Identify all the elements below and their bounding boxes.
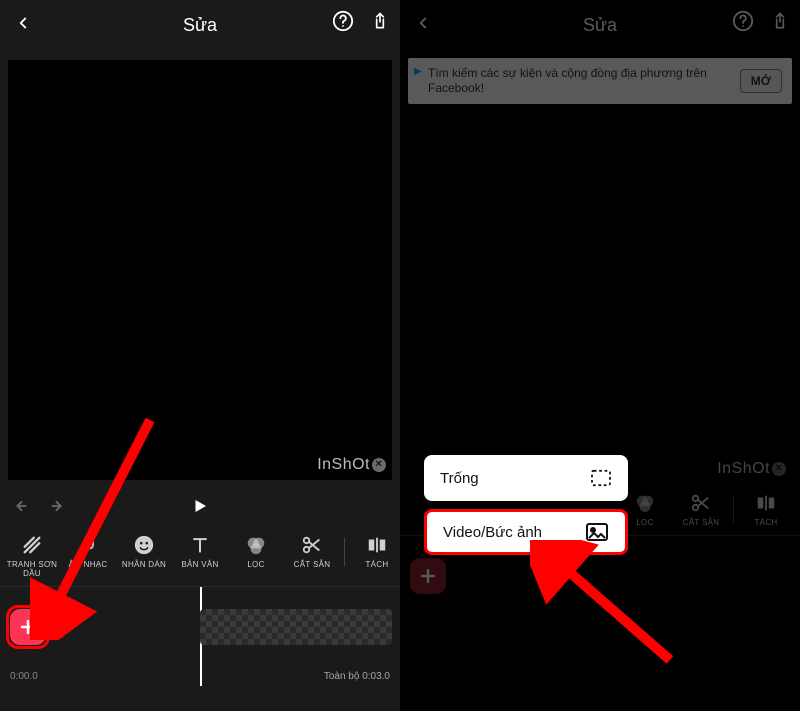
image-icon xyxy=(585,522,609,542)
watermark-text: InShOt xyxy=(317,456,370,474)
filter-icon xyxy=(634,492,656,514)
share-icon[interactable] xyxy=(370,10,390,32)
ad-banner[interactable]: ▶ Tìm kiếm các sự kiện và cộng đồng địa … xyxy=(408,58,792,104)
timeline-total-time: Toàn bộ 0:03.0 xyxy=(324,671,390,682)
tool-label: TÁCH xyxy=(755,518,778,527)
undo-icon[interactable] xyxy=(14,498,34,514)
help-icon[interactable] xyxy=(332,10,354,32)
play-icon[interactable] xyxy=(191,496,209,516)
redo-icon[interactable] xyxy=(44,498,64,514)
video-preview[interactable]: InShOt ✕ xyxy=(408,114,792,484)
option-blank[interactable]: Trống xyxy=(424,455,628,501)
add-clip-button[interactable] xyxy=(10,609,46,645)
watermark-remove-icon[interactable]: ✕ xyxy=(772,462,786,476)
help-icon[interactable] xyxy=(732,10,754,32)
ad-open-button[interactable]: MỞ xyxy=(740,69,782,93)
ad-indicator-icon: ▶ xyxy=(414,66,422,77)
watermark: InShOt ✕ xyxy=(717,460,786,478)
share-icon[interactable] xyxy=(770,10,790,32)
tool-sticker[interactable]: NHÃN DÁN xyxy=(116,534,172,569)
ad-text: Tìm kiếm các sự kiện và cộng đồng địa ph… xyxy=(428,66,740,96)
toolbar-divider xyxy=(344,538,345,566)
back-icon[interactable] xyxy=(14,14,32,32)
phone-screen-left: Sửa InShOt ✕ xyxy=(0,0,400,711)
add-media-popup: Trống Video/Bức ảnh xyxy=(424,455,628,555)
tool-label: ÂM NHẠC xyxy=(69,560,108,569)
split-icon xyxy=(366,534,388,556)
page-title: Sửa xyxy=(583,15,617,36)
tool-canvas[interactable]: TRANH SƠN DẦU xyxy=(4,534,60,578)
tool-cut[interactable]: CẮT SẴN xyxy=(284,534,340,569)
timeline-current-time: 0:00.0 xyxy=(10,671,38,682)
tool-split[interactable]: TÁCH xyxy=(738,492,794,527)
phone-screen-right: Sửa ▶ Tìm kiếm các sự kiện và cộng đồng … xyxy=(400,0,800,711)
canvas-icon xyxy=(21,534,43,556)
tool-label: NHÃN DÁN xyxy=(122,560,166,569)
header: Sửa xyxy=(400,0,800,50)
page-title: Sửa xyxy=(183,15,217,36)
back-icon[interactable] xyxy=(414,14,432,32)
timeline[interactable]: 0:00.0 Toàn bộ 0:03.0 xyxy=(0,586,400,686)
tool-label: CẮT SẴN xyxy=(294,560,331,569)
tool-label: LỌC xyxy=(247,560,264,569)
timeline-clip[interactable] xyxy=(200,609,392,645)
split-icon xyxy=(755,492,777,514)
tool-text[interactable]: BẢN VĂN xyxy=(172,534,228,569)
tool-split[interactable]: TÁCH xyxy=(349,534,400,569)
video-preview[interactable]: InShOt ✕ xyxy=(8,60,392,480)
watermark-remove-icon[interactable]: ✕ xyxy=(372,458,386,472)
toolbar-divider xyxy=(733,496,734,524)
sticker-icon xyxy=(133,534,155,556)
tool-cut[interactable]: CẮT SẴN xyxy=(673,492,729,527)
text-icon xyxy=(190,534,210,556)
tool-label: TÁCH xyxy=(366,560,389,569)
tool-music[interactable]: ÂM NHẠC xyxy=(60,534,116,569)
tool-label: BẢN VĂN xyxy=(181,560,218,569)
toolbar: TRANH SƠN DẦU ÂM NHẠC NHÃN DÁN BẢN VĂN xyxy=(0,526,400,582)
filter-icon xyxy=(245,534,267,556)
watermark-text: InShOt xyxy=(717,460,770,478)
music-icon xyxy=(78,534,98,556)
watermark: InShOt ✕ xyxy=(317,456,386,474)
scissors-icon xyxy=(690,492,712,514)
blank-rect-icon xyxy=(590,469,612,487)
option-label: Video/Bức ảnh xyxy=(443,524,542,541)
scissors-icon xyxy=(301,534,323,556)
option-label: Trống xyxy=(440,470,479,487)
add-clip-button[interactable] xyxy=(410,558,446,594)
header: Sửa xyxy=(0,0,400,50)
tool-label: TRANH SƠN DẦU xyxy=(4,560,60,578)
tool-filter[interactable]: LỌC xyxy=(228,534,284,569)
tool-label: LỌC xyxy=(636,518,653,527)
tool-label: CẮT SẴN xyxy=(683,518,720,527)
option-video-photo[interactable]: Video/Bức ảnh xyxy=(424,509,628,555)
playback-row xyxy=(0,486,400,526)
